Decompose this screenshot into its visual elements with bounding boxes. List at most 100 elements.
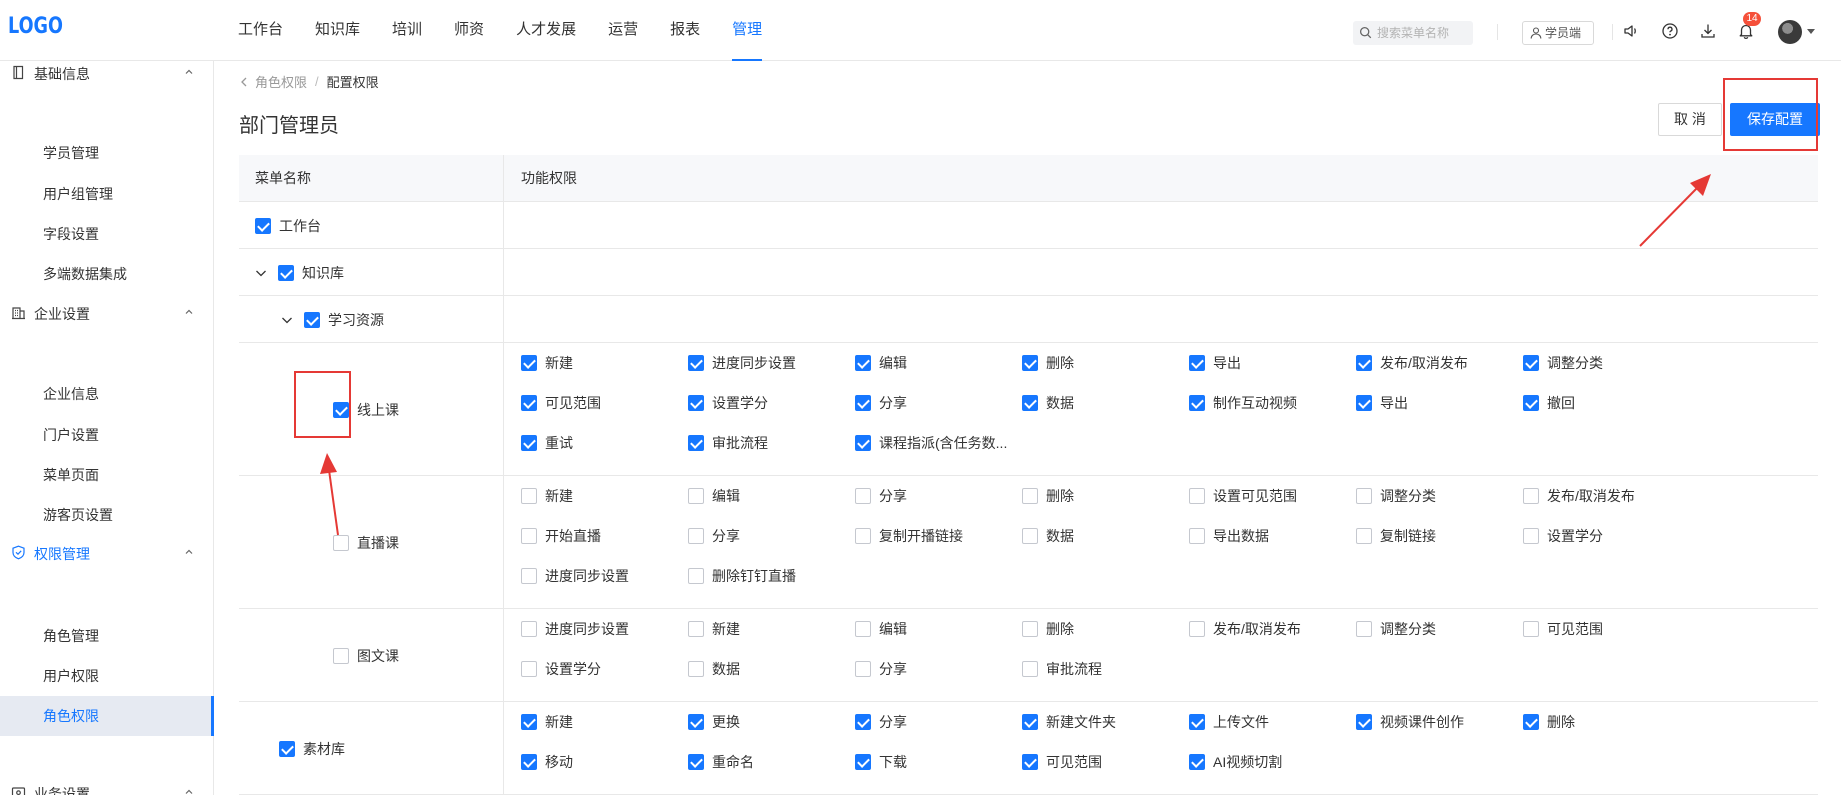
nav-item[interactable]: 管理 xyxy=(732,0,763,61)
checkbox[interactable] xyxy=(1523,714,1539,730)
checkbox[interactable] xyxy=(1189,714,1205,730)
chevron-down-icon[interactable] xyxy=(281,314,293,326)
cancel-button[interactable]: 取 消 xyxy=(1658,103,1722,136)
chevron-down-icon[interactable] xyxy=(255,267,267,279)
help-icon[interactable] xyxy=(1661,22,1679,40)
permission-option[interactable]: 制作互动视频 xyxy=(1189,393,1297,413)
sidebar-group[interactable]: 权限管理 xyxy=(0,529,213,577)
permission-option[interactable]: 分享 xyxy=(855,486,907,506)
checkbox[interactable] xyxy=(1022,488,1038,504)
checkbox[interactable] xyxy=(855,621,871,637)
permission-option[interactable]: 分享 xyxy=(855,659,907,679)
checkbox[interactable] xyxy=(1523,528,1539,544)
sidebar-item[interactable]: 角色管理 xyxy=(0,616,213,656)
permission-option[interactable]: 数据 xyxy=(1022,393,1074,413)
permission-option[interactable]: 课程指派(含任务数... xyxy=(855,433,1007,453)
checkbox[interactable] xyxy=(688,621,704,637)
permission-option[interactable]: 审批流程 xyxy=(1022,659,1102,679)
permission-option[interactable]: 视频课件创作 xyxy=(1356,712,1464,732)
permission-option[interactable]: AI视频切割 xyxy=(1189,752,1282,772)
permission-option[interactable]: 撤回 xyxy=(1523,393,1575,413)
checkbox[interactable] xyxy=(855,355,871,371)
permission-option[interactable]: 设置学分 xyxy=(521,659,601,679)
permission-option[interactable]: 删除钉钉直播 xyxy=(688,566,796,586)
permission-option[interactable]: 可见范围 xyxy=(1022,752,1102,772)
permission-option[interactable]: 设置学分 xyxy=(688,393,768,413)
permission-option[interactable]: 下载 xyxy=(855,752,907,772)
menu-node[interactable]: 图文课 xyxy=(333,646,399,666)
sidebar-item[interactable]: 多端数据集成 xyxy=(0,254,213,294)
checkbox[interactable] xyxy=(1356,488,1372,504)
permission-option[interactable]: 设置学分 xyxy=(1523,526,1603,546)
permission-option[interactable]: 可见范围 xyxy=(1523,619,1603,639)
permission-option[interactable]: 编辑 xyxy=(688,486,740,506)
checkbox[interactable] xyxy=(1022,395,1038,411)
checkbox[interactable] xyxy=(1356,714,1372,730)
permission-option[interactable]: 发布/取消发布 xyxy=(1189,619,1301,639)
permission-option[interactable]: 导出 xyxy=(1189,353,1241,373)
permission-option[interactable]: 新建 xyxy=(521,353,573,373)
permission-option[interactable]: 导出数据 xyxy=(1189,526,1269,546)
permission-option[interactable]: 编辑 xyxy=(855,353,907,373)
permission-option[interactable]: 调整分类 xyxy=(1523,353,1603,373)
sidebar-item[interactable]: 角色权限 xyxy=(0,696,214,736)
menu-node[interactable]: 直播课 xyxy=(333,533,399,553)
checkbox[interactable] xyxy=(304,311,320,328)
menu-node[interactable]: 素材库 xyxy=(279,739,345,759)
permission-option[interactable]: 上传文件 xyxy=(1189,712,1269,732)
permission-option[interactable]: 复制链接 xyxy=(1356,526,1436,546)
checkbox[interactable] xyxy=(333,647,349,664)
permission-option[interactable]: 新建 xyxy=(688,619,740,639)
checkbox[interactable] xyxy=(1189,355,1205,371)
checkbox[interactable] xyxy=(1523,395,1539,411)
checkbox[interactable] xyxy=(1022,528,1038,544)
chevron-up-icon[interactable] xyxy=(185,308,193,316)
checkbox[interactable] xyxy=(1189,395,1205,411)
permission-option[interactable]: 编辑 xyxy=(855,619,907,639)
avatar[interactable] xyxy=(1778,20,1802,44)
checkbox[interactable] xyxy=(1356,355,1372,371)
permission-option[interactable]: 审批流程 xyxy=(688,433,768,453)
sidebar-item[interactable]: 门户设置 xyxy=(0,415,213,455)
chevron-up-icon[interactable] xyxy=(185,548,193,556)
checkbox[interactable] xyxy=(855,714,871,730)
checkbox[interactable] xyxy=(688,528,704,544)
sidebar-item[interactable]: 学员管理 xyxy=(0,133,213,173)
sidebar-group[interactable]: 企业设置 xyxy=(0,289,213,337)
checkbox[interactable] xyxy=(688,661,704,677)
checkbox[interactable] xyxy=(688,435,704,451)
permission-option[interactable]: 分享 xyxy=(688,526,740,546)
sidebar-item[interactable]: 用户组管理 xyxy=(0,174,213,214)
checkbox[interactable] xyxy=(1523,355,1539,371)
checkbox[interactable] xyxy=(688,355,704,371)
permission-option[interactable]: 移动 xyxy=(521,752,573,772)
sidebar-group[interactable]: 业务设置 xyxy=(0,769,213,795)
download-icon[interactable] xyxy=(1699,22,1717,40)
student-portal-button[interactable]: 学员端 xyxy=(1522,21,1594,45)
checkbox[interactable] xyxy=(1022,621,1038,637)
checkbox[interactable] xyxy=(1356,395,1372,411)
permission-option[interactable]: 删除 xyxy=(1022,619,1074,639)
checkbox[interactable] xyxy=(1022,754,1038,770)
checkbox[interactable] xyxy=(1189,621,1205,637)
permission-option[interactable]: 删除 xyxy=(1523,712,1575,732)
permission-option[interactable]: 开始直播 xyxy=(521,526,601,546)
permission-option[interactable]: 可见范围 xyxy=(521,393,601,413)
permission-option[interactable]: 发布/取消发布 xyxy=(1356,353,1468,373)
sidebar-item[interactable]: 菜单页面 xyxy=(0,455,213,495)
permission-option[interactable]: 导出 xyxy=(1356,393,1408,413)
speaker-icon[interactable] xyxy=(1622,22,1640,40)
checkbox[interactable] xyxy=(333,534,349,551)
permission-option[interactable]: 进度同步设置 xyxy=(521,566,629,586)
permission-option[interactable]: 分享 xyxy=(855,393,907,413)
permission-option[interactable]: 新建文件夹 xyxy=(1022,712,1116,732)
checkbox[interactable] xyxy=(855,528,871,544)
logo[interactable]: LOGO xyxy=(8,14,63,39)
permission-option[interactable]: 新建 xyxy=(521,712,573,732)
chevron-left-icon[interactable] xyxy=(239,77,249,87)
menu-search-input[interactable]: 搜索菜单名称 xyxy=(1353,21,1473,45)
checkbox[interactable] xyxy=(855,754,871,770)
checkbox[interactable] xyxy=(688,395,704,411)
menu-node[interactable]: 线上课 xyxy=(333,400,399,420)
sidebar-item[interactable]: 用户权限 xyxy=(0,656,213,696)
